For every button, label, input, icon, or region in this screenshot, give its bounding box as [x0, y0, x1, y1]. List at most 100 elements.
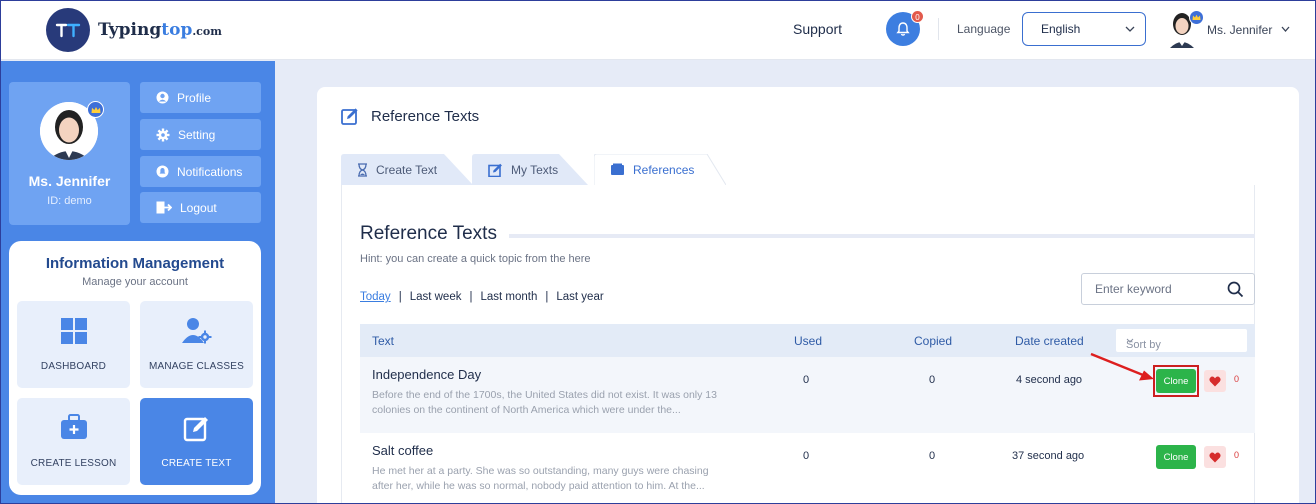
tile-dashboard[interactable]: DASHBOARD [17, 301, 130, 388]
sidebar-item-label: Profile [177, 90, 212, 105]
tab-references[interactable]: References [594, 154, 726, 186]
chevron-down-icon [1125, 26, 1135, 32]
page-title: Reference Texts [371, 107, 480, 125]
language-label: Language [957, 22, 1011, 36]
notifications-button[interactable]: 0 [886, 10, 924, 46]
tile-create-lesson[interactable]: CREATE LESSON [17, 398, 130, 485]
col-date-created: Date created [1015, 334, 1084, 348]
tab-create-text[interactable]: Create Text [341, 154, 473, 185]
sidebar-item-notifications[interactable]: Notifications [140, 156, 261, 187]
brand-name-part2: top [161, 20, 193, 40]
bell-icon [156, 165, 169, 178]
favorite-count: 0 [1234, 450, 1240, 460]
filter-last-week[interactable]: Last week [410, 291, 462, 303]
support-link[interactable]: Support [793, 21, 842, 37]
crown-icon [1189, 10, 1204, 25]
favorite-button[interactable] [1204, 446, 1226, 468]
user-circle-icon [156, 91, 169, 104]
sidebar-item-label: Setting [178, 127, 216, 142]
tile-label: DASHBOARD [40, 361, 107, 372]
brand-name: Typingtop.com [98, 20, 222, 40]
profile-card[interactable]: Ms. Jennifer ID: demo [9, 82, 130, 225]
language-value: English [1041, 22, 1081, 36]
filter-separator: | [545, 291, 549, 303]
favorite-button[interactable] [1204, 370, 1226, 392]
user-menu[interactable]: Ms. Jennifer [1166, 10, 1290, 48]
notification-count-badge: 0 [911, 10, 924, 23]
row-copied: 0 [929, 374, 936, 386]
sidebar-item-label: Logout [180, 200, 217, 215]
tab-label: References [633, 162, 695, 177]
header-divider [938, 18, 939, 40]
profile-id: ID: demo [47, 195, 92, 207]
language-select[interactable]: English [1022, 12, 1146, 46]
clone-button[interactable]: Clone [1156, 369, 1196, 393]
brand-domain: .com [192, 25, 222, 38]
row-date: 4 second ago [1016, 374, 1083, 386]
logout-icon [156, 201, 172, 214]
tile-label: CREATE TEXT [161, 458, 232, 469]
row-used: 0 [803, 450, 810, 462]
filter-today[interactable]: Today [360, 291, 391, 303]
chevron-down-icon [1281, 26, 1290, 32]
table-row[interactable]: Salt coffee He met her at a party. She w… [360, 433, 1255, 504]
tile-label: MANAGE CLASSES [148, 361, 245, 372]
logo-mark-icon [46, 8, 90, 52]
information-management-panel: Information Management Manage your accou… [9, 241, 261, 495]
sidebar: Ms. Jennifer ID: demo Profile Setting No… [0, 61, 275, 504]
sidebar-item-profile[interactable]: Profile [140, 82, 261, 113]
hint-text: Hint: you can create a quick topic from … [360, 253, 591, 265]
info-title: Information Management [45, 255, 225, 272]
user-gear-icon [181, 318, 211, 344]
page-header: Reference Texts [341, 107, 479, 125]
row-copied: 0 [929, 450, 936, 462]
briefcase-plus-icon [60, 414, 87, 439]
sort-by-select[interactable]: Sort by [1116, 329, 1247, 352]
tab-label: My Texts [511, 162, 559, 177]
search-input[interactable] [1095, 282, 1215, 296]
gear-icon [156, 128, 170, 141]
row-used: 0 [803, 374, 810, 386]
tile-create-text[interactable]: CREATE TEXT [140, 398, 253, 485]
info-subtitle: Manage your account [82, 276, 188, 288]
main-content-card: Reference Texts Create Text My Texts Ref… [317, 87, 1299, 504]
col-used: Used [794, 334, 823, 348]
sidebar-item-logout[interactable]: Logout [140, 192, 261, 223]
row-description: Before the end of the 1700s, the United … [372, 389, 717, 416]
top-header: Typingtop.com Support 0 Language English… [0, 0, 1316, 60]
brand-logo[interactable]: Typingtop.com [46, 8, 222, 52]
crown-icon [87, 101, 104, 118]
folder-icon [611, 163, 624, 175]
profile-name: Ms. Jennifer [28, 173, 111, 189]
row-title: Independence Day [372, 367, 482, 382]
brand-name-part1: Typing [98, 20, 162, 40]
filter-last-month[interactable]: Last month [480, 291, 537, 303]
filter-last-year[interactable]: Last year [556, 291, 603, 303]
tile-label: CREATE LESSON [30, 458, 117, 469]
row-date: 37 second ago [1012, 450, 1085, 462]
tab-label: Create Text [376, 162, 438, 177]
hourglass-icon [358, 162, 367, 177]
search-icon[interactable] [1227, 281, 1244, 298]
edit-icon [183, 417, 208, 442]
col-copied: Copied [914, 334, 953, 348]
filter-separator: | [398, 291, 402, 303]
filter-separator: | [469, 291, 473, 303]
avatar [1166, 10, 1204, 48]
edit-icon [488, 163, 502, 177]
grid-icon [60, 318, 87, 344]
heart-icon [1209, 376, 1221, 386]
sidebar-item-setting[interactable]: Setting [140, 119, 261, 150]
heart-icon [1209, 452, 1221, 462]
section-title: Reference Texts [360, 223, 497, 244]
annotation-arrow-icon [1090, 352, 1154, 381]
user-name: Ms. Jennifer [1207, 23, 1273, 37]
bell-icon [896, 22, 910, 36]
sidebar-item-label: Notifications [177, 164, 243, 179]
tab-my-texts[interactable]: My Texts [472, 154, 604, 185]
tile-manage-classes[interactable]: MANAGE CLASSES [140, 301, 253, 388]
row-description: He met her at a party. She was so outsta… [372, 465, 709, 492]
col-text: Text [372, 334, 395, 348]
clone-button[interactable]: Clone [1156, 445, 1196, 469]
favorite-count: 0 [1234, 374, 1240, 384]
